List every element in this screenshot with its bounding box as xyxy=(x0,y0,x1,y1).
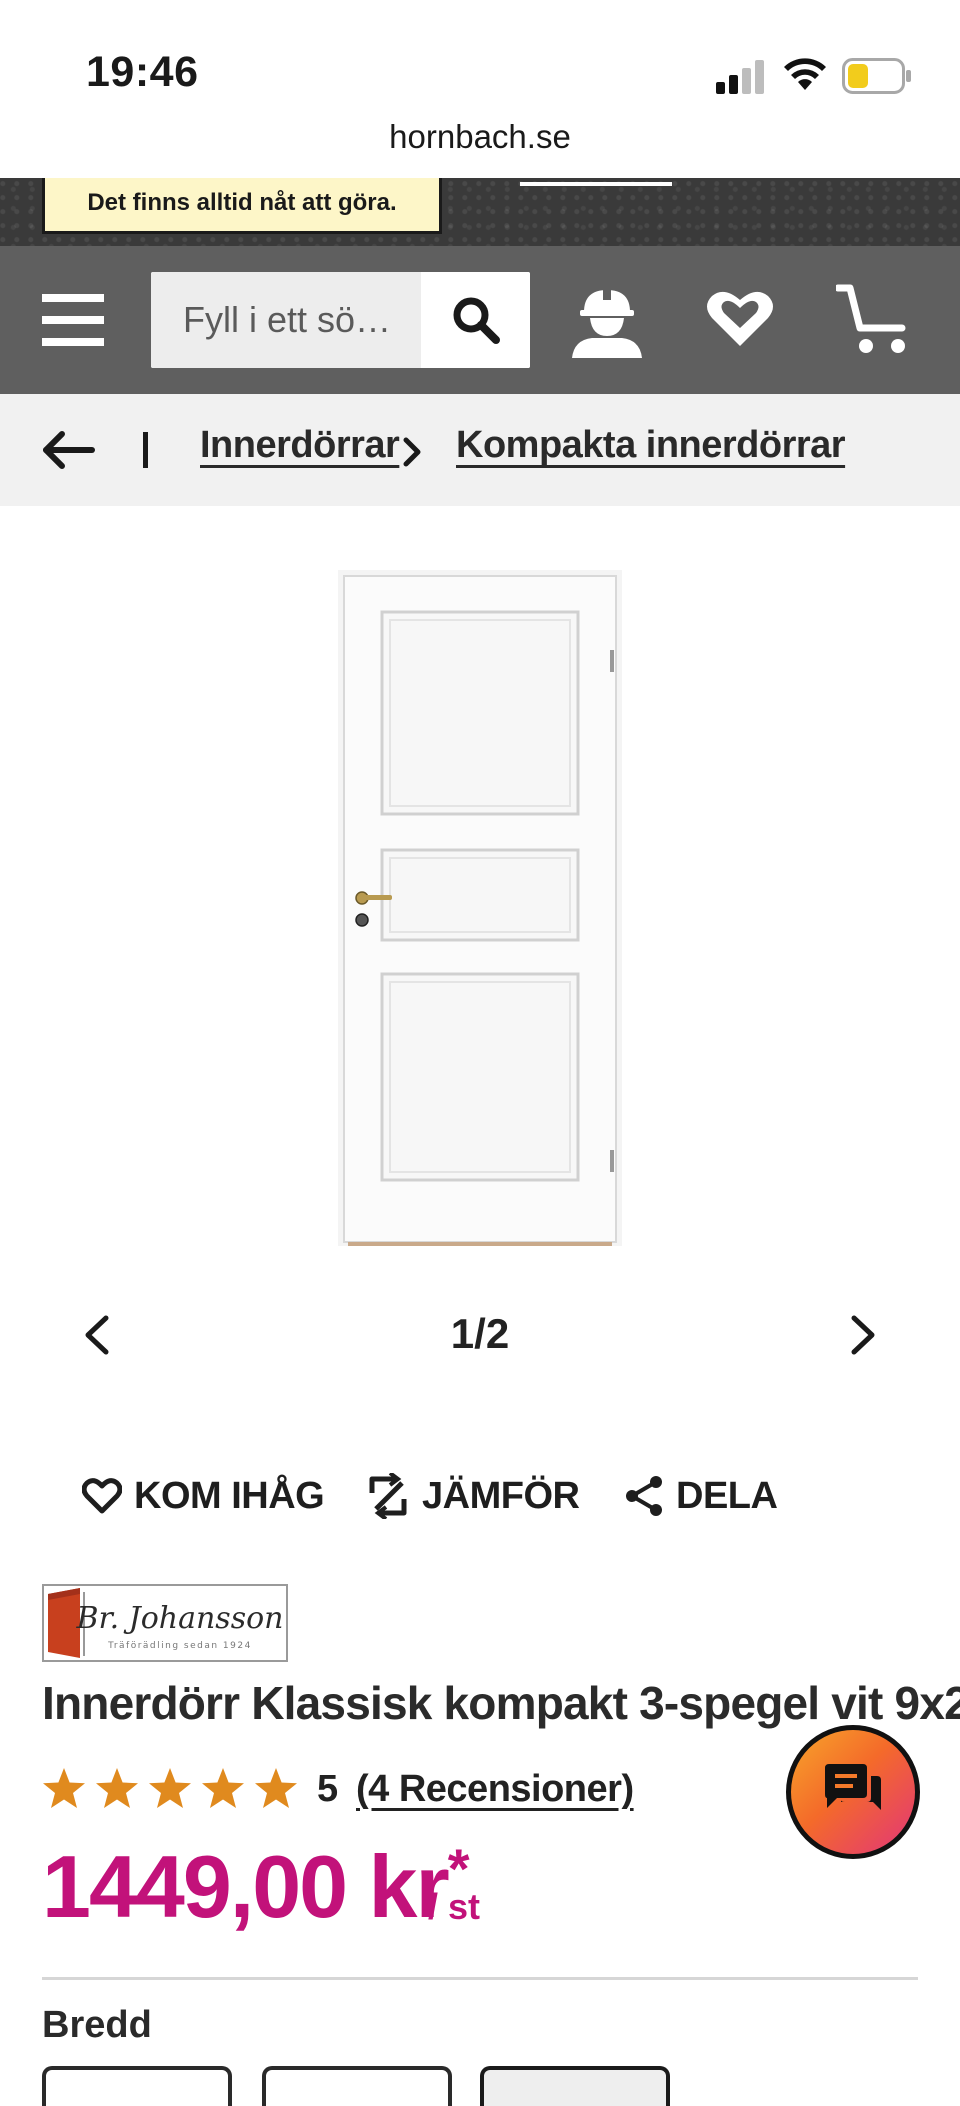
width-label: Bredd xyxy=(42,2004,152,2046)
divider xyxy=(42,1977,918,1980)
price-unit: / st xyxy=(428,1886,481,1927)
rating-row: 5 (4 Recensioner) xyxy=(42,1762,742,1818)
compare-button[interactable]: JÄMFÖR xyxy=(366,1466,580,1526)
battery-icon xyxy=(842,58,911,94)
product-image-door[interactable] xyxy=(338,570,622,1246)
status-time: 19:46 xyxy=(86,48,199,96)
chat-bubbles-icon xyxy=(825,1764,881,1810)
share-label: DELA xyxy=(676,1474,778,1517)
breadcrumb: Innerdörrar Kompakta innerdörrar xyxy=(0,394,960,506)
star-icon xyxy=(255,1768,297,1808)
price-row: 1449,00 kr* / st xyxy=(42,1836,742,1936)
cart-icon[interactable] xyxy=(836,282,912,356)
star-icon xyxy=(202,1768,244,1808)
back-arrow-icon[interactable] xyxy=(40,428,96,472)
url-bar[interactable]: hornbach.se xyxy=(0,118,960,178)
brand-door-logo: Br. Johansson Träförädling sedan 1924 xyxy=(48,1588,284,1658)
chevron-right-icon xyxy=(403,437,421,467)
search-icon xyxy=(453,297,500,344)
star-icon xyxy=(149,1768,191,1808)
remember-button[interactable]: KOM IHÅG xyxy=(82,1466,325,1526)
promo-banner[interactable]: Det finns alltid nåt att göra. xyxy=(0,178,960,246)
compare-label: JÄMFÖR xyxy=(422,1474,580,1517)
width-option[interactable] xyxy=(262,2066,452,2106)
breadcrumb-link-kompakta[interactable]: Kompakta innerdörrar xyxy=(456,424,846,467)
rating-value: 5 xyxy=(317,1768,339,1810)
brand-logo[interactable]: Br. Johansson Träförädling sedan 1924 xyxy=(42,1584,288,1662)
width-option[interactable] xyxy=(42,2066,232,2106)
cellular-signal-icon xyxy=(716,60,764,94)
width-option-selected[interactable] xyxy=(480,2066,670,2106)
product-title: Innerdörr Klassisk kompakt 3-spegel vit … xyxy=(42,1677,960,1729)
compare-arrows-icon xyxy=(369,1473,407,1519)
promo-divider xyxy=(520,182,672,186)
share-icon xyxy=(626,1476,662,1516)
menu-icon[interactable] xyxy=(42,294,104,346)
wifi-icon xyxy=(784,58,826,90)
rating-stars xyxy=(43,1768,297,1808)
breadcrumb-separator xyxy=(143,432,148,468)
chevron-left-icon[interactable] xyxy=(80,1314,116,1356)
star-icon xyxy=(96,1768,138,1808)
chat-button[interactable] xyxy=(786,1725,920,1859)
search-button[interactable] xyxy=(421,272,530,368)
star-icon xyxy=(43,1768,85,1808)
search-box xyxy=(151,272,530,368)
search-input[interactable] xyxy=(151,272,421,368)
price-amount: 1449,00 kr xyxy=(42,1837,450,1936)
share-button[interactable]: DELA xyxy=(624,1466,778,1526)
remember-label: KOM IHÅG xyxy=(134,1474,325,1517)
heart-outline-icon xyxy=(82,1478,122,1514)
gallery-nav: 1/2 xyxy=(0,1300,960,1370)
account-icon[interactable] xyxy=(568,282,646,358)
breadcrumb-link-innerdorrar[interactable]: Innerdörrar xyxy=(200,424,400,467)
brand-tagline: Träförädling sedan 1924 xyxy=(107,1641,252,1651)
wishlist-heart-icon[interactable] xyxy=(704,286,776,352)
brand-name: Br. Johansson xyxy=(76,1601,284,1636)
site-header xyxy=(0,246,960,394)
gallery-counter: 1/2 xyxy=(450,1310,510,1357)
status-bar: 19:46 xyxy=(0,0,960,120)
chevron-right-icon[interactable] xyxy=(844,1314,880,1356)
reviews-link[interactable]: (4 Recensioner) xyxy=(356,1768,634,1811)
price: 1449,00 kr* xyxy=(42,1836,470,1938)
promo-tagline: Det finns alltid nåt att göra. xyxy=(42,178,442,234)
product-actions: KOM IHÅG JÄMFÖR DELA xyxy=(0,1466,960,1526)
